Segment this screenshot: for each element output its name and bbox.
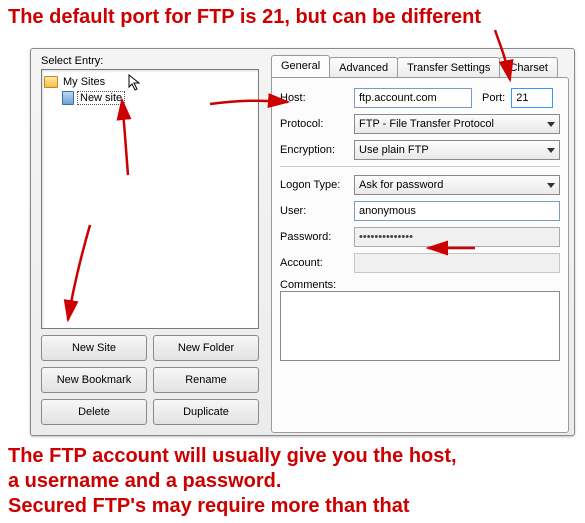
host-label: Host: [280, 92, 348, 104]
password-label: Password: [280, 231, 348, 243]
new-bookmark-button[interactable]: New Bookmark [41, 367, 147, 393]
tab-general[interactable]: General [271, 55, 330, 77]
annotation-bottom-line1: The FTP account will usually give you th… [8, 444, 577, 469]
protocol-row: Protocol: FTP - File Transfer Protocol [280, 114, 560, 134]
delete-button[interactable]: Delete [41, 399, 147, 425]
rename-button[interactable]: Rename [153, 367, 259, 393]
logon-type-row: Logon Type: Ask for password [280, 175, 560, 195]
password-input[interactable] [354, 227, 560, 247]
select-entry-label: Select Entry: [41, 55, 259, 67]
new-site-button[interactable]: New Site [41, 335, 147, 361]
password-row: Password: [280, 227, 560, 247]
tab-transfer-settings[interactable]: Transfer Settings [397, 57, 500, 77]
protocol-label: Protocol: [280, 118, 348, 130]
annotation-bottom: The FTP account will usually give you th… [0, 440, 585, 523]
encryption-row: Encryption: Use plain FTP [280, 140, 560, 160]
tab-charset[interactable]: Charset [499, 57, 558, 77]
server-icon [62, 91, 74, 105]
tree-root-row[interactable]: My Sites [44, 74, 256, 90]
entry-tree[interactable]: My Sites New site [41, 69, 259, 329]
tab-general-body: Host: Port: Protocol: FTP - File Transfe… [271, 77, 569, 433]
comments-label: Comments: [280, 279, 560, 291]
encryption-dropdown[interactable]: Use plain FTP [354, 140, 560, 160]
account-input [354, 253, 560, 273]
tree-root-label: My Sites [61, 76, 107, 88]
user-label: User: [280, 205, 348, 217]
tab-advanced[interactable]: Advanced [329, 57, 398, 77]
tab-strip: General Advanced Transfer Settings Chars… [271, 55, 569, 77]
divider [280, 166, 560, 167]
button-grid: New Site New Folder New Bookmark Rename … [41, 335, 259, 425]
comments-textarea[interactable] [280, 291, 560, 361]
protocol-dropdown[interactable]: FTP - File Transfer Protocol [354, 114, 560, 134]
annotation-bottom-line3: Secured FTP's may require more than that [8, 494, 577, 519]
port-input[interactable] [511, 88, 553, 108]
annotation-top: The default port for FTP is 21, but can … [0, 0, 585, 29]
tree-child-label: New site [77, 91, 125, 105]
annotation-bottom-line2: a username and a password. [8, 469, 577, 494]
left-panel: Select Entry: My Sites New site New Site… [41, 55, 259, 425]
duplicate-button[interactable]: Duplicate [153, 399, 259, 425]
encryption-label: Encryption: [280, 144, 348, 156]
tree-child-row[interactable]: New site [62, 90, 256, 106]
folder-icon [44, 76, 58, 88]
new-folder-button[interactable]: New Folder [153, 335, 259, 361]
host-input[interactable] [354, 88, 472, 108]
host-row: Host: Port: [280, 88, 560, 108]
user-input[interactable] [354, 201, 560, 221]
account-label: Account: [280, 257, 348, 269]
port-label: Port: [482, 92, 505, 104]
right-panel: General Advanced Transfer Settings Chars… [271, 55, 569, 433]
user-row: User: [280, 201, 560, 221]
logon-type-dropdown[interactable]: Ask for password [354, 175, 560, 195]
site-manager-dialog: Select Entry: My Sites New site New Site… [30, 48, 575, 436]
logon-type-label: Logon Type: [280, 179, 348, 191]
account-row: Account: [280, 253, 560, 273]
